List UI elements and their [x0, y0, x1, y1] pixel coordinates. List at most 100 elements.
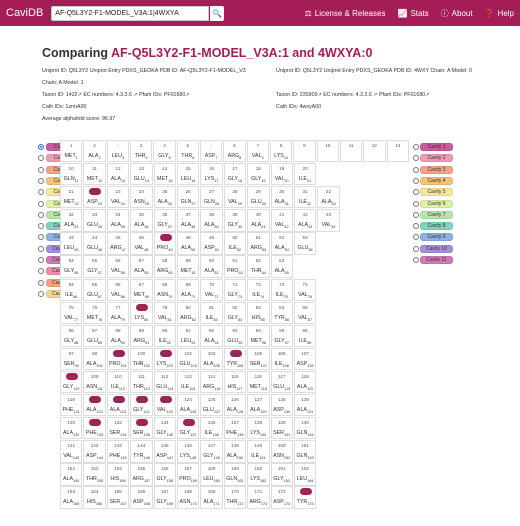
- cavity-button[interactable]: Cavity 7: [420, 210, 453, 219]
- residue-cell[interactable]: 99 PRO101: [106, 347, 130, 371]
- residue-cell[interactable]: 98 ALA100: [83, 347, 106, 371]
- residue-cell[interactable]: 108 GLY110: [60, 370, 83, 394]
- residue-cell[interactable]: 7 VAL9: [246, 140, 269, 163]
- cavity-radio[interactable]: [38, 290, 44, 297]
- residue-cell[interactable]: 59 MET61: [176, 255, 200, 278]
- residue-cell[interactable]: 101 LYS103: [153, 347, 176, 371]
- residue-cell[interactable]: 124 ALA126: [176, 394, 200, 417]
- residue-cell[interactable]: 43 VAL44: [317, 209, 340, 232]
- residue-cell[interactable]: 51 ARG53: [247, 232, 270, 255]
- residue-cell[interactable]: 91 LEU93: [176, 324, 200, 348]
- residue-cell[interactable]: 80 ARG82: [176, 301, 200, 324]
- residue-cell[interactable]: 71 GLY73: [223, 278, 247, 301]
- nav-license[interactable]: ⚖ License & Releases: [305, 9, 386, 18]
- residue-cell[interactable]: 19 VAL20: [270, 163, 293, 186]
- cavity-radio[interactable]: [413, 166, 419, 173]
- cavity-radio[interactable]: [38, 234, 44, 241]
- residue-cell[interactable]: 156 GLY158: [153, 463, 176, 486]
- cavity-radio[interactable]: [38, 200, 44, 207]
- cavity-button[interactable]: Cavity 4: [420, 176, 453, 185]
- residue-cell[interactable]: 159 GLN161: [223, 463, 247, 486]
- residue-cell[interactable]: 41 VAL42: [270, 209, 293, 232]
- residue-cell[interactable]: 4 GLY5: [153, 140, 176, 163]
- residue-cell[interactable]: 130 ALA132: [60, 417, 83, 440]
- residue-cell[interactable]: 114 ARG116: [200, 370, 223, 394]
- residue-cell[interactable]: 137 PHE139: [223, 417, 247, 440]
- residue-cell[interactable]: 167 GLY169: [153, 486, 176, 509]
- residue-cell[interactable]: 46 VAL48: [130, 232, 153, 255]
- residue-cell[interactable]: 164 HIS166: [83, 486, 106, 509]
- residue-cell[interactable]: 9: [293, 140, 316, 163]
- residue-cell[interactable]: 150 ASN152: [270, 440, 293, 463]
- residue-cell[interactable]: 119 PHE121: [60, 394, 83, 417]
- residue-cell[interactable]: 37 ALA38: [176, 209, 200, 232]
- residue-cell[interactable]: 168 ASN170: [176, 486, 200, 509]
- residue-cell[interactable]: 10 GLN11: [60, 163, 83, 186]
- residue-cell[interactable]: 17 GLY18: [223, 163, 247, 186]
- residue-cell[interactable]: 74 VAL76: [293, 278, 317, 301]
- residue-cell[interactable]: 158 LEU160: [200, 463, 223, 486]
- residue-cell[interactable]: 161 GLY163: [270, 463, 293, 486]
- residue-cell[interactable]: 166 ASP168: [130, 486, 153, 509]
- residue-cell[interactable]: 43 LEU45: [60, 232, 83, 255]
- cavity-radio[interactable]: [38, 189, 44, 196]
- residue-cell[interactable]: 54 GLY56: [60, 255, 83, 278]
- residue-cell[interactable]: 115 HIS117: [223, 370, 247, 394]
- residue-cell[interactable]: 73 ILE75: [270, 278, 293, 301]
- residue-cell[interactable]: 16 LYS17: [200, 163, 223, 186]
- residue-cell[interactable]: 146 LYS148: [176, 440, 200, 463]
- residue-cell[interactable]: 28 VAL29: [223, 186, 247, 209]
- residue-cell[interactable]: 76 MET78: [83, 301, 106, 324]
- residue-cell[interactable]: 52 ALA54: [270, 232, 293, 255]
- residue-cell[interactable]: 77 ALA79: [106, 301, 130, 324]
- nav-about[interactable]: ⓘ About: [441, 8, 473, 19]
- residue-cell[interactable]: 20 ILE21: [293, 163, 317, 186]
- residue-cell[interactable]: 85 VAL87: [293, 301, 317, 324]
- residue-cell[interactable]: 31 ILE32: [293, 186, 317, 209]
- residue-cell[interactable]: 42 ALA43: [293, 209, 317, 232]
- residue-cell[interactable]: 104 TYR106: [223, 347, 247, 371]
- cavity-button[interactable]: Cavity 10: [420, 244, 453, 253]
- cavity-radio[interactable]: [38, 211, 44, 218]
- residue-cell[interactable]: 44 GLU46: [83, 232, 106, 255]
- residue-cell[interactable]: 11: [339, 140, 363, 163]
- residue-cell[interactable]: 134 GLY136: [153, 417, 176, 440]
- residue-cell[interactable]: 65 GLU67: [83, 278, 106, 301]
- residue-cell[interactable]: 121 ALA123: [106, 394, 130, 417]
- residue-cell[interactable]: 79 VAL81: [153, 301, 176, 324]
- residue-cell[interactable]: 147 GLY149: [200, 440, 223, 463]
- residue-cell[interactable]: 50 ILE52: [223, 232, 247, 255]
- residue-cell[interactable]: 86 GLY88: [60, 324, 83, 348]
- cavity-radio[interactable]: [38, 166, 44, 173]
- residue-cell[interactable]: 75 VAL77: [60, 301, 83, 324]
- residue-cell[interactable]: 47 PRO49: [153, 232, 176, 255]
- residue-cell[interactable]: 132 SER134: [106, 417, 130, 440]
- residue-cell[interactable]: 57 ALA59: [130, 255, 153, 278]
- residue-cell[interactable]: 154 HIS156: [106, 463, 130, 486]
- cavity-radio[interactable]: [413, 144, 419, 150]
- residue-cell[interactable]: 24 ASN25: [130, 186, 153, 209]
- cavity-button[interactable]: Cavity 1: [420, 143, 453, 151]
- residue-cell[interactable]: 162 LEU164: [293, 463, 317, 486]
- residue-cell[interactable]: 60 ALA62: [200, 255, 223, 278]
- search-input[interactable]: [51, 5, 210, 21]
- residue-cell[interactable]: 142 ASP144: [83, 440, 106, 463]
- residue-cell[interactable]: 152 ALA154: [60, 463, 83, 486]
- residue-cell[interactable]: 140 GLN142: [293, 417, 317, 440]
- residue-cell[interactable]: 36 GLY37: [153, 209, 176, 232]
- residue-cell[interactable]: 11 MET12: [83, 163, 106, 186]
- cavity-radio[interactable]: [413, 257, 419, 263]
- residue-cell[interactable]: 110 ILE112: [106, 370, 130, 394]
- residue-cell[interactable]: 160 LYS162: [247, 463, 270, 486]
- residue-cell[interactable]: 136 ILE138: [200, 417, 223, 440]
- residue-cell[interactable]: 171 ARG173: [247, 486, 270, 509]
- nav-help[interactable]: ❓ Help: [485, 9, 514, 18]
- residue-cell[interactable]: 149 ILE151: [247, 440, 270, 463]
- residue-cell[interactable]: 18 GLY19: [247, 163, 270, 186]
- cavity-button[interactable]: Cavity 2: [420, 154, 453, 163]
- residue-cell[interactable]: 33 GLU34: [83, 209, 106, 232]
- residue-cell[interactable]: 12 ALA13: [106, 163, 130, 186]
- residue-cell[interactable]: 49 ASP51: [200, 232, 223, 255]
- residue-cell[interactable]: 128 ASP130: [270, 394, 293, 417]
- residue-cell[interactable]: 88 ALA90: [106, 324, 130, 348]
